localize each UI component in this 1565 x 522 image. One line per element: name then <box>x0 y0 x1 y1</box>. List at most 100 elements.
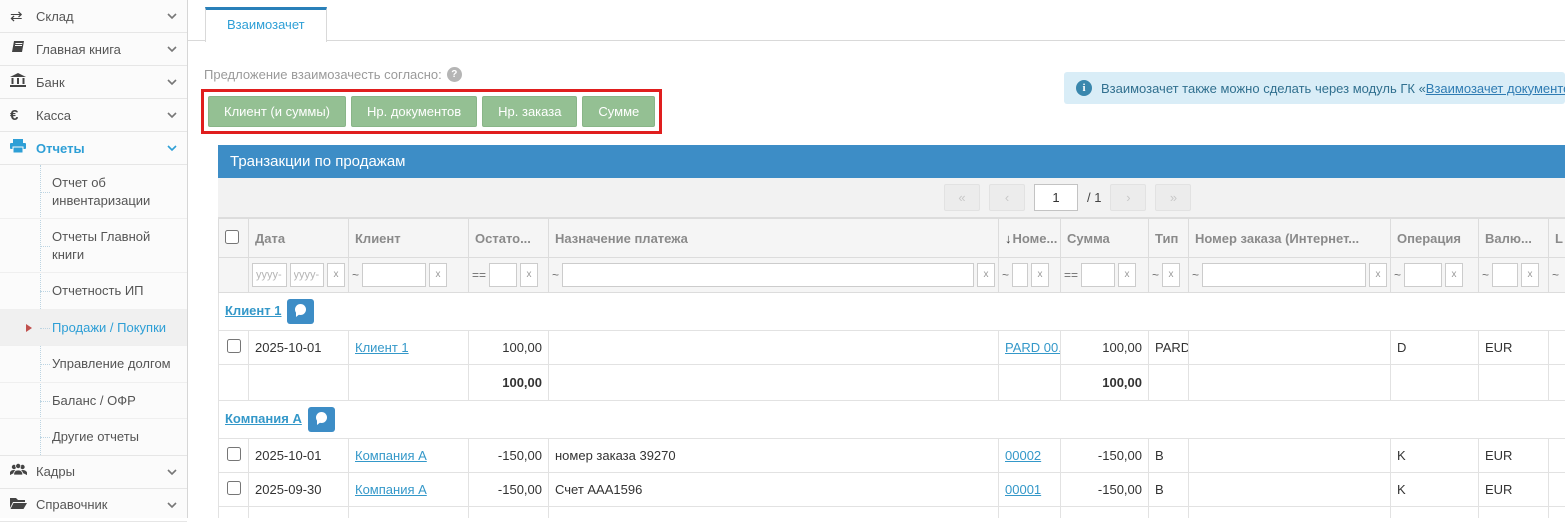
clear-filter-button[interactable]: x <box>1521 263 1539 287</box>
sidebar-item-label: Кадры <box>36 464 167 479</box>
cell-type: PARD <box>1149 331 1189 365</box>
first-page-button[interactable]: « <box>944 184 980 211</box>
pagination: « ‹ / 1 › » <box>944 184 1191 211</box>
sidebar-subitem-balance[interactable]: Баланс / ОФР <box>0 383 187 420</box>
sidebar-item-kadry[interactable]: Кадры <box>0 456 187 489</box>
date-to-filter[interactable] <box>290 263 325 287</box>
chevron-down-icon <box>167 143 177 153</box>
col-order-number[interactable]: Номер заказа (Интернет... <box>1189 219 1391 258</box>
filter-op: ~ <box>1394 268 1401 282</box>
cell-type: B <box>1149 473 1189 507</box>
grid-toolbar: « ‹ / 1 › » <box>218 178 1565 218</box>
col-purpose[interactable]: Назначение платежа <box>549 219 999 258</box>
clear-filter-button[interactable]: x <box>977 263 995 287</box>
filter-op: ~ <box>1482 268 1489 282</box>
clear-filter-button[interactable]: x <box>1031 263 1049 287</box>
cell-currency: EUR <box>1479 473 1549 507</box>
offset-by-client-button[interactable]: Клиент (и суммы) <box>208 96 346 127</box>
last-page-button[interactable]: » <box>1155 184 1191 211</box>
clear-filter-button[interactable]: x <box>1162 263 1180 287</box>
offset-documents-link[interactable]: Взаимозачет документов <box>1426 81 1565 96</box>
col-balance[interactable]: Остато... <box>469 219 549 258</box>
client-filter[interactable] <box>362 263 426 287</box>
currency-filter[interactable] <box>1492 263 1518 287</box>
clear-filter-button[interactable]: x <box>1445 263 1463 287</box>
subtotal-sum: 100,00 <box>1061 365 1149 401</box>
sum-filter[interactable] <box>1081 263 1115 287</box>
balance-filter[interactable] <box>489 263 517 287</box>
sidebar-item-sklad[interactable]: ⇄ Склад <box>0 0 187 33</box>
offset-by-order-number-button[interactable]: Нр. заказа <box>482 96 577 127</box>
filter-op: ~ <box>1192 268 1199 282</box>
sidebar-subitem-inventory-report[interactable]: Отчет об инвентаризации <box>0 165 187 219</box>
reports-submenu: Отчет об инвентаризации Отчеты Главной к… <box>0 165 187 456</box>
help-icon[interactable]: ? <box>447 67 462 82</box>
sidebar-subitem-gl-reports[interactable]: Отчеты Главной книги <box>0 219 187 273</box>
sidebar-item-bank[interactable]: Банк <box>0 66 187 99</box>
row-checkbox[interactable] <box>227 339 241 353</box>
tab-bar: Взаимозачет <box>188 0 1565 41</box>
sidebar-subitem-sales-purchases[interactable]: Продажи / Покупки <box>0 310 187 347</box>
chat-icon[interactable] <box>287 299 314 324</box>
folder-icon <box>10 496 36 513</box>
group-client-link[interactable]: Клиент 1 <box>225 303 281 318</box>
sidebar-subitem-other-reports[interactable]: Другие отчеты <box>0 419 187 455</box>
group-client-link[interactable]: Компания А <box>225 411 302 426</box>
order-number-filter[interactable] <box>1202 263 1366 287</box>
cell-client-link[interactable]: Клиент 1 <box>355 340 409 355</box>
sidebar-item-otchety[interactable]: Отчеты <box>0 132 187 165</box>
sidebar-item-kassa[interactable]: € Касса <box>0 99 187 132</box>
grid-title: Транзакции по продажам <box>218 145 1565 178</box>
tab-vzaimozachet[interactable]: Взаимозачет <box>205 7 327 42</box>
col-clipped[interactable]: L <box>1549 219 1565 258</box>
clear-filter-button[interactable]: x <box>520 263 538 287</box>
col-operation[interactable]: Операция <box>1391 219 1479 258</box>
col-number[interactable]: ↓Номе... <box>999 219 1061 258</box>
col-type[interactable]: Тип <box>1149 219 1189 258</box>
sidebar-item-label: Главная книга <box>36 42 167 57</box>
cell-client-link[interactable]: Компания А <box>355 448 427 463</box>
clear-filter-button[interactable]: x <box>327 263 345 287</box>
filter-op: == <box>472 268 486 282</box>
sidebar-item-spravochnik[interactable]: Справочник <box>0 489 187 522</box>
cell-doc-link[interactable]: 00001 <box>1005 482 1041 497</box>
offset-by-amount-button[interactable]: Сумме <box>582 96 655 127</box>
purpose-filter[interactable] <box>562 263 974 287</box>
clear-filter-button[interactable]: x <box>429 263 447 287</box>
cell-doc-link[interactable]: PARD 00... <box>1005 340 1061 355</box>
cell-date: 2025-10-01 <box>249 439 349 473</box>
sales-transactions-grid: Транзакции по продажам « ‹ / 1 › » Дата <box>218 145 1565 518</box>
sidebar-subitem-debt-management[interactable]: Управление долгом <box>0 346 187 383</box>
prev-page-button[interactable]: ‹ <box>989 184 1025 211</box>
group-header-row: Компания А <box>219 401 1565 439</box>
col-currency[interactable]: Валю... <box>1479 219 1549 258</box>
chat-icon[interactable] <box>308 407 335 432</box>
sidebar-item-label: Склад <box>36 9 167 24</box>
number-filter[interactable] <box>1012 263 1028 287</box>
page-number-input[interactable] <box>1034 184 1078 211</box>
group-subtotal-row: 100,00 100,00 <box>219 365 1565 401</box>
people-icon <box>10 463 36 480</box>
clear-filter-button[interactable]: x <box>1369 263 1387 287</box>
date-from-filter[interactable] <box>252 263 287 287</box>
cell-balance: -150,00 <box>469 473 549 507</box>
row-checkbox[interactable] <box>227 481 241 495</box>
cell-sum: -150,00 <box>1061 439 1149 473</box>
info-banner: i Взаимозачет также можно сделать через … <box>1064 72 1565 104</box>
select-all-checkbox[interactable] <box>225 230 239 244</box>
next-page-button[interactable]: › <box>1110 184 1146 211</box>
sidebar-subitem-ip-reporting[interactable]: Отчетность ИП <box>0 273 187 310</box>
col-date[interactable]: Дата <box>249 219 349 258</box>
row-checkbox[interactable] <box>227 447 241 461</box>
operation-filter[interactable] <box>1404 263 1442 287</box>
col-client[interactable]: Клиент <box>349 219 469 258</box>
sidebar-item-glavnaya-kniga[interactable]: Главная книга <box>0 33 187 66</box>
filter-op: ~ <box>552 268 559 282</box>
offset-suggestion-label: Предложение взаимозачесть согласно: <box>204 67 442 82</box>
cell-doc-link[interactable]: 00002 <box>1005 448 1041 463</box>
col-sum[interactable]: Сумма <box>1061 219 1149 258</box>
cell-client-link[interactable]: Компания А <box>355 482 427 497</box>
clear-filter-button[interactable]: x <box>1118 263 1136 287</box>
offset-by-doc-number-button[interactable]: Нр. документов <box>351 96 477 127</box>
cell-sum: -150,00 <box>1061 473 1149 507</box>
